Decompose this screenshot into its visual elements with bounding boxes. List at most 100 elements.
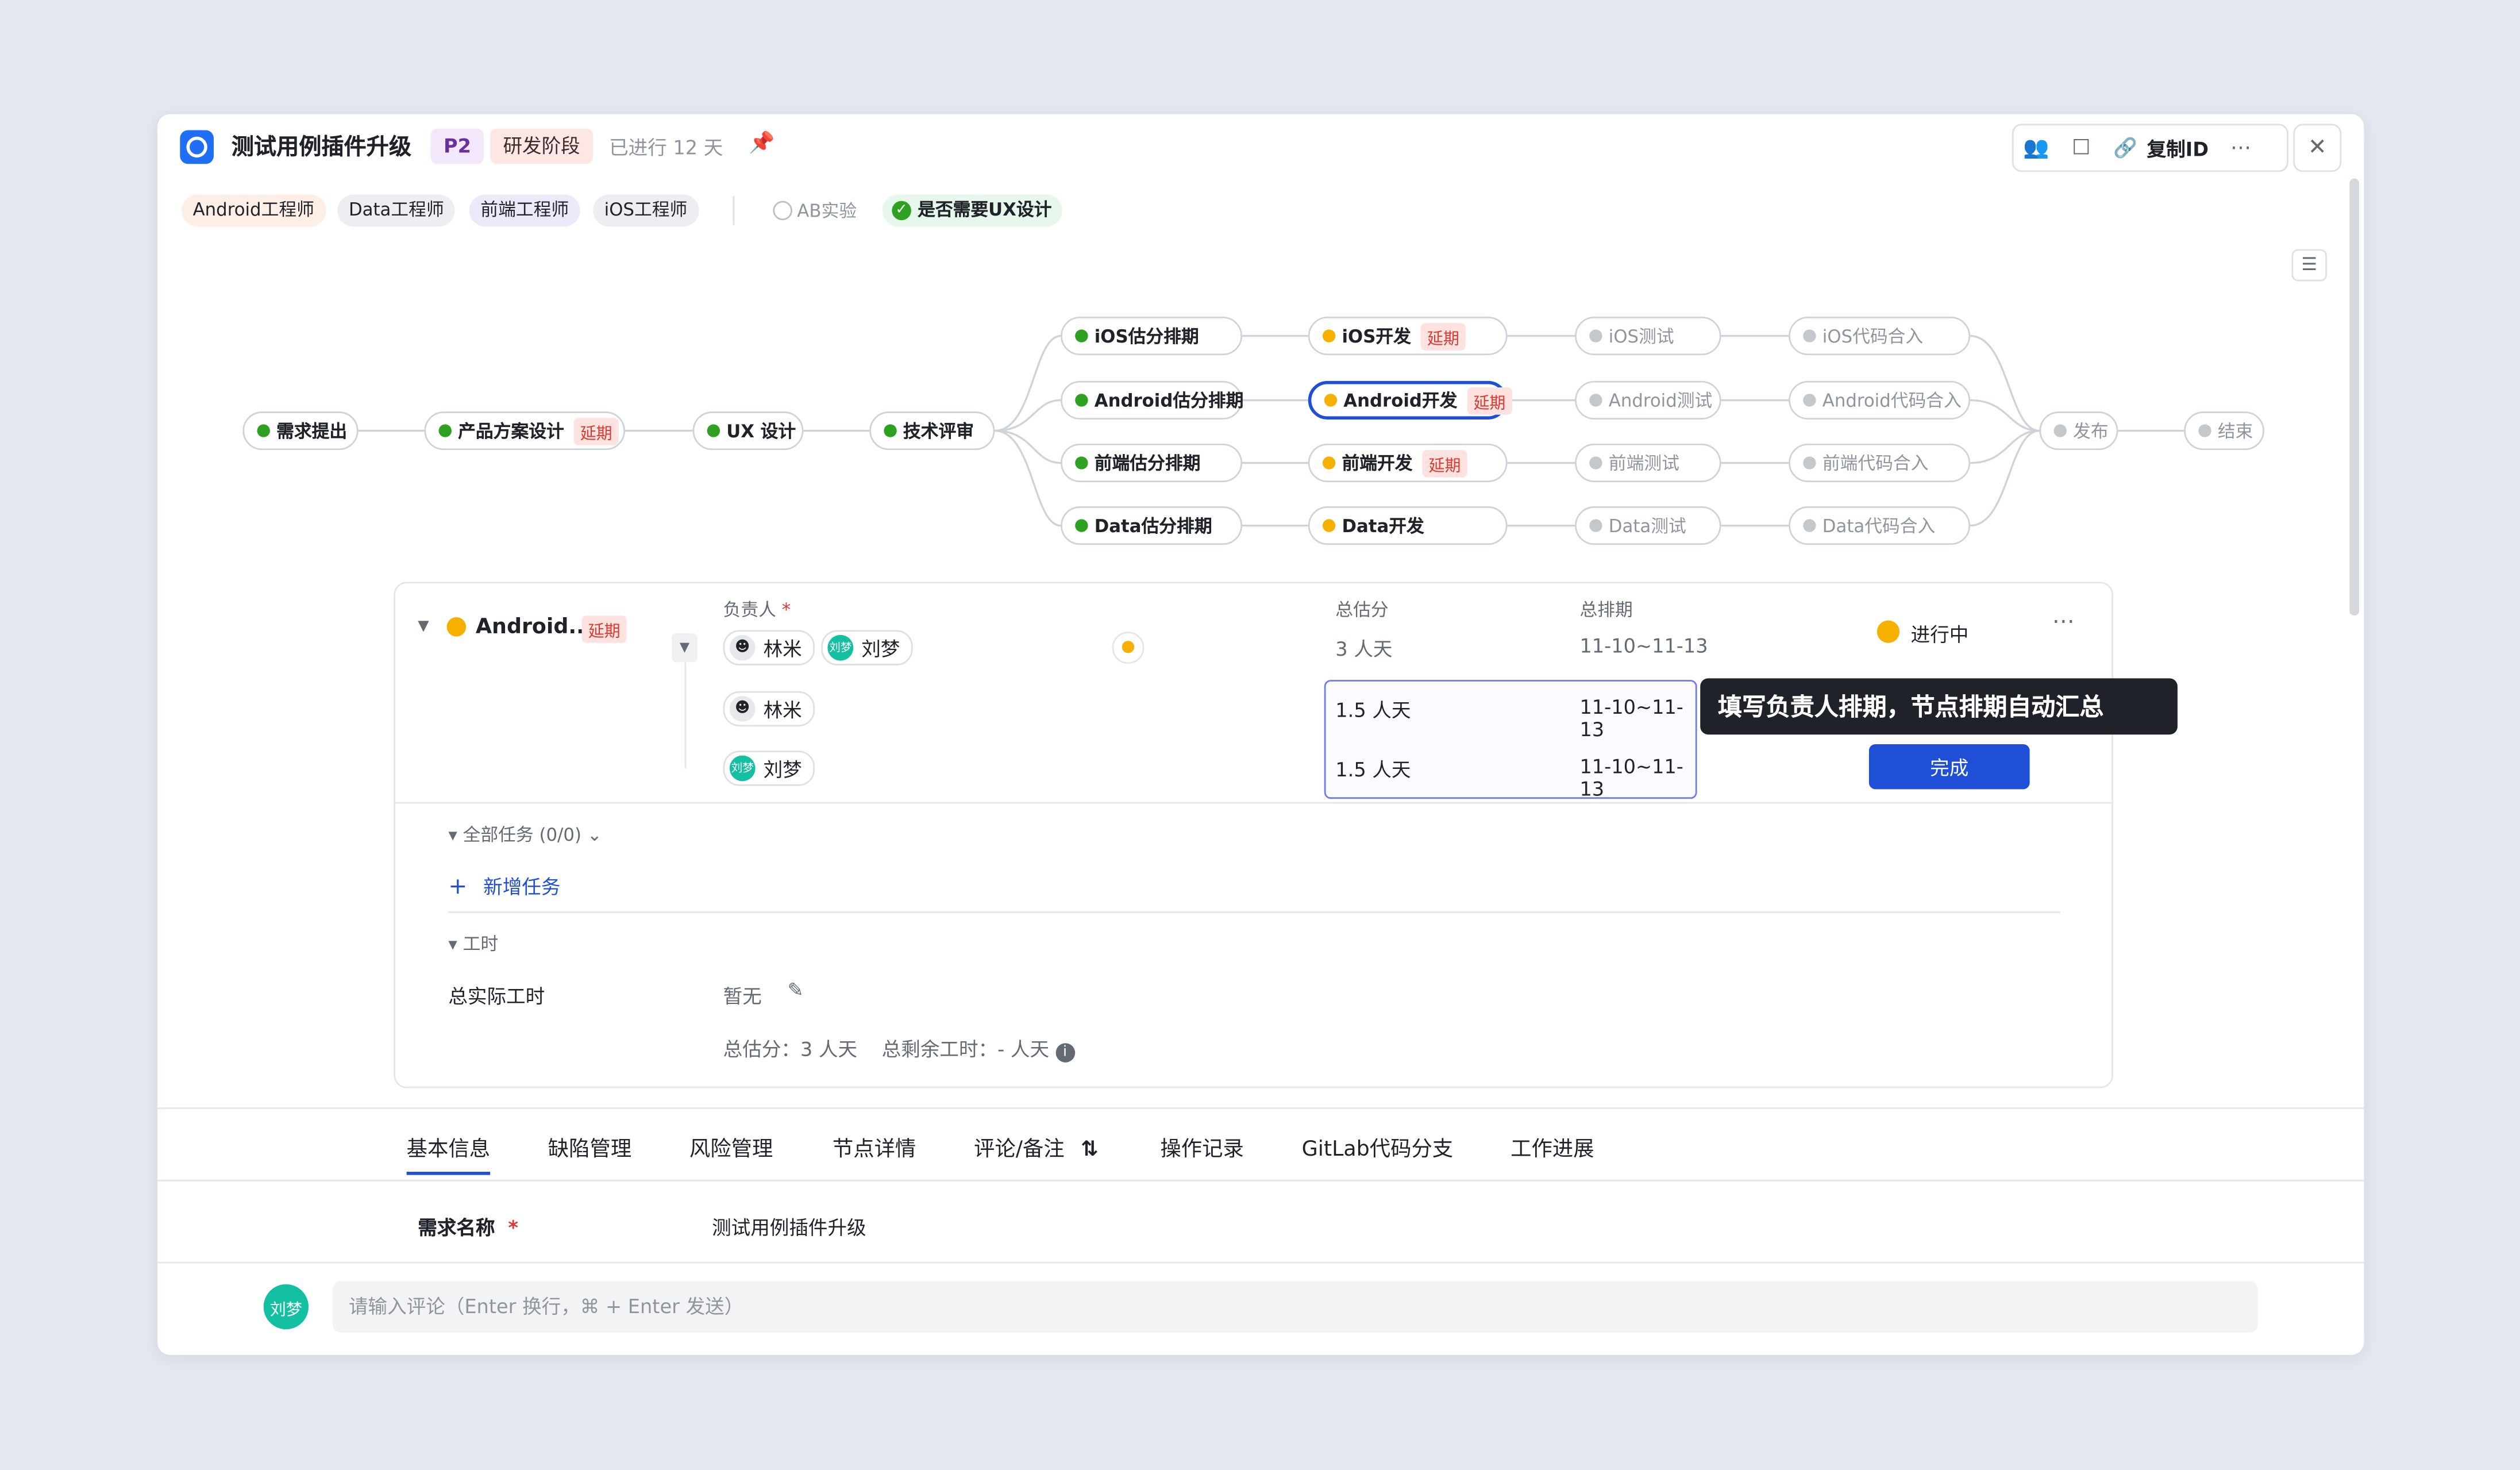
status-text[interactable]: 进行中 — [1911, 621, 1969, 648]
late-badge: 延期 — [573, 417, 619, 445]
schedule-editor[interactable]: 1.5 人天 11-10~11-13 1.5 人天 11-10~11-13 — [1324, 680, 1697, 801]
done-button[interactable]: 完成 — [1868, 744, 2030, 790]
tab-node-details[interactable]: 节点详情 — [833, 1132, 916, 1162]
flow-node-end[interactable]: 结束 — [2184, 411, 2264, 451]
flow-node-main[interactable]: UX 设计 — [692, 411, 804, 451]
node-label: Data估分排期 — [1094, 515, 1212, 537]
tab-gitlab-branch[interactable]: GitLab代码分支 — [1302, 1132, 1454, 1162]
late-badge: 延期 — [581, 615, 627, 643]
node-label: iOS开发 — [1342, 326, 1411, 348]
flow-node-main[interactable]: 需求提出 — [242, 411, 359, 451]
owner-chip[interactable]: ☻ 林米 — [723, 691, 815, 727]
flow-node-estimate[interactable]: iOS估分排期 — [1061, 317, 1243, 356]
tab-risks[interactable]: 风险管理 — [689, 1132, 773, 1162]
divider — [448, 911, 2060, 913]
owner-name: 刘梦 — [861, 637, 900, 660]
status-dot — [1075, 394, 1088, 407]
owner-name: 刘梦 — [763, 757, 802, 780]
actual-value: 暂无 — [723, 985, 762, 1008]
status-dot — [2053, 424, 2067, 437]
node-label: 前端估分排期 — [1094, 453, 1201, 475]
node-label: 发布 — [2073, 421, 2109, 442]
flow-node-release[interactable]: 发布 — [2039, 411, 2118, 451]
tab-bar: 基本信息 缺陷管理 风险管理 节点详情 评论/备注 ⇅ 操作记录 GitLab代… — [157, 1107, 2364, 1182]
flow-node-dev[interactable]: 前端开发 延期 — [1308, 443, 1508, 483]
info-icon: i — [1055, 1043, 1075, 1063]
status-dot — [1075, 519, 1088, 532]
add-task-button[interactable]: + 新增任务 — [448, 873, 560, 901]
owner-chip[interactable]: 刘梦 刘梦 — [723, 751, 815, 786]
expand-owners-icon[interactable]: ▼ — [672, 633, 698, 663]
tree-line — [684, 662, 687, 768]
edit-icon[interactable]: ✎ — [788, 979, 804, 1001]
status-dot — [257, 424, 270, 437]
flow-node-dev[interactable]: Data开发 — [1308, 506, 1508, 545]
status-dot — [446, 617, 467, 637]
flow-node-estimate[interactable]: Data估分排期 — [1061, 506, 1243, 545]
schedule-label: 总排期 — [1579, 599, 1633, 621]
tab-activity-log[interactable]: 操作记录 — [1160, 1132, 1243, 1162]
tab-defects[interactable]: 缺陷管理 — [548, 1132, 631, 1162]
status-dot — [1075, 329, 1088, 343]
avatar: 刘梦 — [263, 1284, 309, 1330]
node-label: iOS代码合入 — [1822, 326, 1924, 348]
worktime-summary: 总估分：3 人天 总剩余工时：- 人天 i — [723, 1035, 1075, 1063]
sort-icon: ⇅ — [1081, 1138, 1099, 1163]
requirement-dialog: 测试用例插件升级 P2 研发阶段 已进行 12 天 📌 👥 ☐ 🔗 复制ID ⋯ … — [157, 114, 2364, 1355]
comment-input[interactable]: 请输入评论（Enter 换行，⌘ + Enter 发送） — [332, 1281, 2258, 1333]
owner-name: 林米 — [763, 637, 802, 660]
flow-node-dev-selected[interactable]: Android开发 延期 — [1308, 380, 1512, 420]
node-label: 产品方案设计 — [458, 421, 564, 442]
row-schedule[interactable]: 11-10~11-13 — [1579, 696, 1695, 741]
node-label: Data开发 — [1342, 515, 1424, 537]
flow-node-dev[interactable]: iOS开发 延期 — [1308, 317, 1508, 356]
flow-node-test[interactable]: iOS测试 — [1575, 317, 1721, 356]
flow-node-merge[interactable]: Android代码合入 — [1789, 380, 1971, 420]
avatar: 刘梦 — [729, 755, 756, 782]
node-label: iOS测试 — [1608, 326, 1674, 348]
comment-bar: 刘梦 请输入评论（Enter 换行，⌘ + Enter 发送） — [157, 1261, 2364, 1355]
node-label: UX 设计 — [726, 421, 796, 442]
flow-node-test[interactable]: Android测试 — [1575, 380, 1721, 420]
owner-name: 林米 — [763, 698, 802, 721]
node-label: 前端代码合入 — [1822, 453, 1929, 475]
late-badge: 延期 — [1467, 386, 1512, 414]
flow-node-merge[interactable]: Data代码合入 — [1789, 506, 1971, 545]
flow-node-test[interactable]: 前端测试 — [1575, 443, 1721, 483]
tasks-toggle[interactable]: ▾ 全部任务 (0/0) ⌄ — [448, 821, 602, 847]
row-estimate[interactable]: 1.5 人天 — [1335, 696, 1411, 724]
flow-node-merge[interactable]: iOS代码合入 — [1789, 317, 1971, 356]
node-label: Android代码合入 — [1822, 390, 1962, 412]
node-label: 前端开发 — [1342, 453, 1413, 475]
owner-chip[interactable]: 刘梦 刘梦 — [821, 630, 913, 665]
status-dot — [707, 424, 720, 437]
field-value[interactable]: 测试用例插件升级 — [712, 1214, 866, 1241]
flow-connectors — [358, 334, 2184, 527]
estimate-label: 总估分 — [1335, 599, 1389, 621]
collapse-icon[interactable]: ▼ — [418, 619, 429, 635]
more-icon[interactable]: ⋯ — [2052, 609, 2075, 635]
node-detail-panel: ▼ Android... 延期 负责人 * 总估分 总排期 ▼ ☻ 林米 刘梦 刘梦… — [394, 582, 2178, 1088]
bell-icon[interactable]: ● — [1112, 632, 1145, 664]
owner-chip[interactable]: ☻ 林米 — [723, 630, 815, 665]
flow-node-merge[interactable]: 前端代码合入 — [1789, 443, 1971, 483]
chevron-down-icon: ⌄ — [587, 824, 602, 846]
flow-node-test[interactable]: Data测试 — [1575, 506, 1721, 545]
tab-work-progress[interactable]: 工作进展 — [1511, 1132, 1594, 1162]
divider — [395, 802, 2112, 804]
status-dot — [1322, 519, 1336, 532]
row-estimate[interactable]: 1.5 人天 — [1335, 756, 1411, 783]
node-label: 前端测试 — [1608, 453, 1679, 475]
flow-node-main[interactable]: 技术评审 — [869, 411, 995, 451]
tab-comments[interactable]: 评论/备注 ⇅ — [974, 1132, 1099, 1162]
status-dot — [1589, 394, 1602, 407]
node-label: Data代码合入 — [1822, 515, 1936, 537]
status-dot — [1322, 456, 1336, 470]
flow-node-main[interactable]: 产品方案设计 延期 — [424, 411, 626, 451]
flow-node-estimate[interactable]: 前端估分排期 — [1061, 443, 1243, 483]
flow-node-estimate[interactable]: Android估分排期 — [1061, 380, 1243, 420]
tab-basic-info[interactable]: 基本信息 — [406, 1132, 491, 1175]
node-label: 结束 — [2217, 421, 2253, 442]
worktime-toggle[interactable]: ▾ 工时 — [448, 930, 498, 956]
row-schedule[interactable]: 11-10~11-13 — [1579, 756, 1695, 801]
